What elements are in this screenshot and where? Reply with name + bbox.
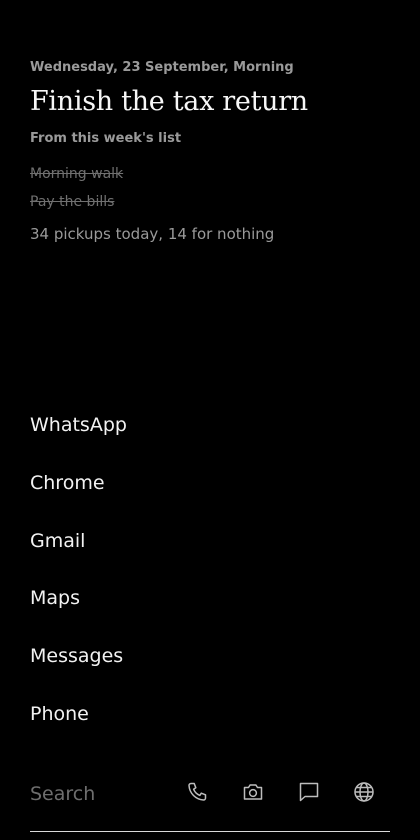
pickups-stat: 34 pickups today, 14 for nothing (30, 225, 275, 243)
dock (30, 776, 390, 832)
globe-icon[interactable] (352, 780, 376, 804)
date-label: Wednesday, 23 September, Morning (30, 60, 294, 75)
app-item-messages[interactable]: Messages (30, 641, 390, 699)
app-item-whatsapp[interactable]: WhatsApp (30, 410, 390, 468)
task-item-pay-bills[interactable]: Pay the bills (30, 194, 114, 210)
message-icon[interactable] (297, 780, 321, 804)
app-item-phone[interactable]: Phone (30, 699, 390, 757)
search-input[interactable] (30, 780, 170, 808)
app-item-maps[interactable]: Maps (30, 583, 390, 641)
phone-icon[interactable] (186, 780, 210, 804)
focus-title[interactable]: Finish the tax return (30, 86, 308, 117)
app-item-gmail[interactable]: Gmail (30, 526, 390, 584)
app-item-chrome[interactable]: Chrome (30, 468, 390, 526)
app-list: WhatsApp Chrome Gmail Maps Messages Phon… (30, 410, 390, 757)
camera-icon[interactable] (241, 780, 265, 804)
focus-subtitle: From this week's list (30, 131, 182, 146)
task-item-morning-walk[interactable]: Morning walk (30, 166, 123, 182)
